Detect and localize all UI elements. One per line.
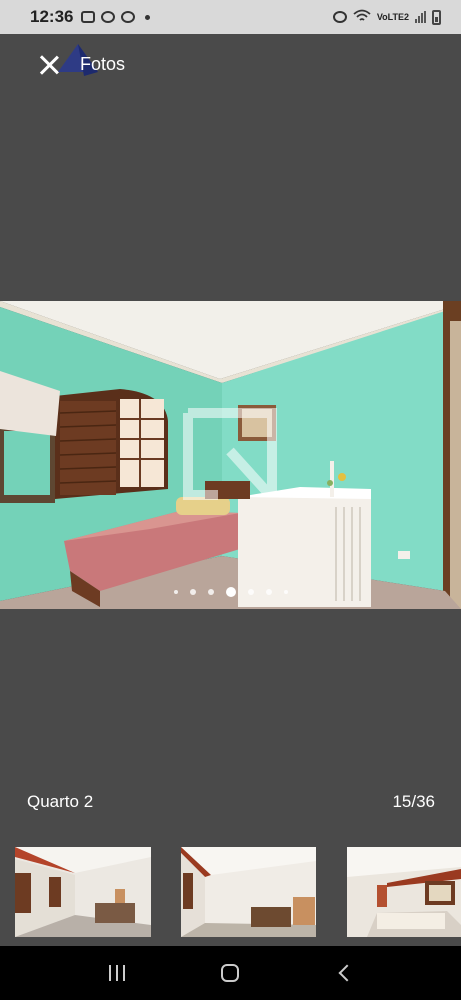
carousel-dot[interactable]	[265, 589, 272, 595]
app-notification-icon	[121, 11, 136, 23]
system-status-icons: VoLTE2	[332, 9, 441, 25]
system-nav-bar	[0, 946, 461, 1000]
thumbnail-strip[interactable]	[0, 847, 461, 937]
photo-caption: Quarto 2	[27, 792, 94, 811]
network-label: VoLTE2	[376, 12, 409, 22]
thumbnail-2[interactable]	[181, 847, 316, 937]
status-time: 12:36	[30, 7, 74, 26]
signal-icon	[415, 11, 426, 23]
carousel-dot[interactable]	[247, 589, 254, 595]
carousel-dot[interactable]	[173, 590, 178, 594]
carousel-dot-active[interactable]	[225, 587, 236, 597]
recent-apps-button[interactable]	[97, 953, 137, 993]
carousel-dot[interactable]	[207, 589, 214, 595]
home-icon	[221, 964, 240, 982]
thumbnail-1[interactable]	[15, 847, 151, 937]
back-icon	[338, 964, 356, 982]
gallery-notification-icon	[81, 11, 96, 23]
wifi-icon	[353, 9, 371, 25]
photo-counter: 15/36	[392, 792, 435, 811]
home-button[interactable]	[210, 953, 250, 993]
carousel-dot[interactable]	[283, 590, 288, 594]
thumbnail-3[interactable]	[347, 847, 461, 937]
more-notifications-icon	[145, 14, 151, 20]
main-photo[interactable]	[0, 301, 461, 609]
recent-apps-icon	[108, 965, 125, 981]
status-bar: 12:36 VoLTE2	[0, 0, 461, 34]
carousel-indicator[interactable]	[0, 587, 461, 597]
alarm-icon	[332, 11, 347, 23]
notification-icons	[81, 11, 151, 23]
battery-icon	[432, 9, 441, 25]
page-title: Fotos	[80, 54, 126, 74]
carousel-dot[interactable]	[189, 589, 196, 595]
whatsapp-notification-icon	[101, 11, 116, 23]
back-button[interactable]	[324, 953, 364, 993]
